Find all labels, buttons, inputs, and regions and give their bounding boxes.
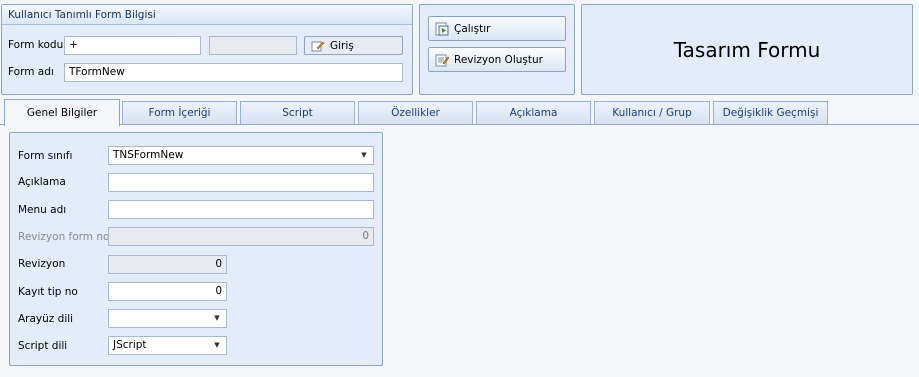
tab-aciklama[interactable]: Açıklama xyxy=(476,101,591,124)
form-kodu-label: Form kodu xyxy=(8,39,64,51)
revizyon-form-no-field: 0 xyxy=(108,227,374,246)
aciklama-input[interactable] xyxy=(108,173,374,192)
page-title: Tasarım Formu xyxy=(673,37,821,62)
run-icon xyxy=(435,22,449,36)
script-dili-dropdown[interactable]: JScript ▼ xyxy=(108,336,227,355)
tab-degisiklik-gecmisi[interactable]: Değişiklik Geçmişi xyxy=(713,101,828,124)
calistir-button[interactable]: Çalıştır xyxy=(428,16,566,41)
pencil-icon xyxy=(311,39,325,53)
revizyon-form-no-label: Revizyon form no xyxy=(18,231,110,243)
revizyon-field: 0 xyxy=(108,255,227,274)
form-sinifi-label: Form sınıfı xyxy=(18,150,73,162)
kayit-tip-no-label: Kayıt tip no xyxy=(18,286,78,298)
tab-script[interactable]: Script xyxy=(240,101,355,124)
form-kodu-extra-field xyxy=(209,36,297,55)
script-dili-label: Script dili xyxy=(18,340,68,352)
form-kodu-input[interactable]: + xyxy=(64,36,201,55)
arayuz-dili-label: Arayüz dili xyxy=(18,313,74,325)
chevron-down-icon[interactable]: ▼ xyxy=(212,310,222,327)
form-sinifi-dropdown[interactable]: TNSFormNew ▼ xyxy=(108,146,374,165)
tab-ozellikler[interactable]: Özellikler xyxy=(358,101,473,124)
arayuz-dili-dropdown[interactable]: ▼ xyxy=(108,309,227,328)
tab-form-icerigi[interactable]: Form İçeriği xyxy=(122,101,237,124)
form-sinifi-value: TNSFormNew xyxy=(113,149,184,161)
tab-genel-bilgiler[interactable]: Genel Bilgiler xyxy=(4,99,120,126)
giris-label: Giriş xyxy=(330,39,354,52)
revision-icon xyxy=(435,53,450,67)
form-adi-label: Form adı xyxy=(8,66,54,78)
aciklama-label: Açıklama xyxy=(18,176,66,188)
revizyon-label: Revizyon xyxy=(18,258,66,270)
revizyon-olustur-label: Revizyon Oluştur xyxy=(454,53,543,66)
script-dili-value: JScript xyxy=(113,339,147,351)
general-info-panel xyxy=(9,132,383,366)
kayit-tip-no-input[interactable]: 0 xyxy=(108,282,227,301)
calistir-label: Çalıştır xyxy=(454,22,491,35)
chevron-down-icon[interactable]: ▼ xyxy=(359,147,369,164)
revizyon-olustur-button[interactable]: Revizyon Oluştur xyxy=(428,47,566,72)
chevron-down-icon[interactable]: ▼ xyxy=(212,337,222,354)
form-adi-input[interactable]: TFormNew xyxy=(64,63,403,82)
title-panel: Tasarım Formu xyxy=(581,4,913,95)
form-info-group-title: Kullanıcı Tanımlı Form Bilgisi xyxy=(2,5,412,25)
tab-kullanici-grup[interactable]: Kullanıcı / Grup xyxy=(594,101,710,124)
menu-adi-input[interactable] xyxy=(108,200,374,219)
menu-adi-label: Menu adı xyxy=(18,204,67,216)
giris-button[interactable]: Giriş xyxy=(304,36,403,55)
